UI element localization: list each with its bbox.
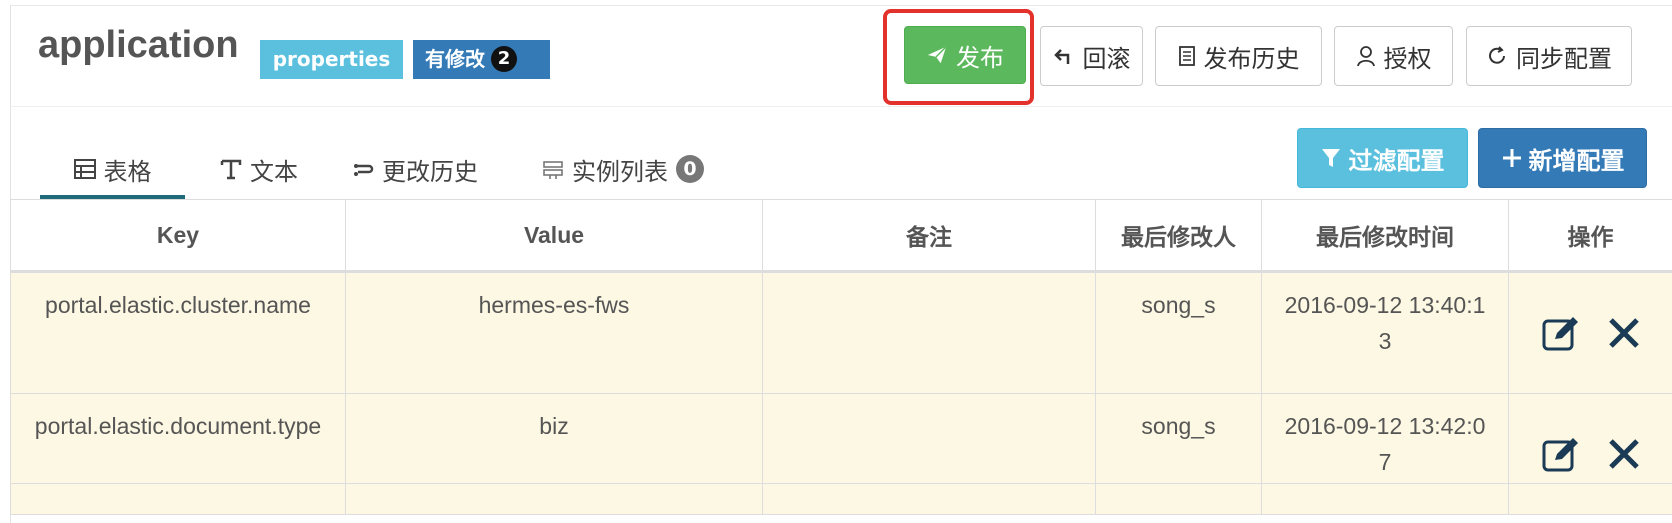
tab-text-label: 文本 (250, 152, 298, 187)
header-modified-time: 最后修改时间 (1262, 200, 1509, 272)
cell-comment (763, 394, 1096, 515)
refresh-icon (1486, 45, 1508, 67)
filter-config-label: 过滤配置 (1349, 141, 1445, 176)
text-icon (220, 158, 242, 180)
authorize-button[interactable]: 授权 (1334, 26, 1453, 86)
publish-annotation-box (883, 9, 1034, 105)
modified-label-text: 有修改 (425, 47, 485, 71)
header-key: Key (11, 200, 346, 272)
header-comment: 备注 (763, 200, 1096, 272)
table-icon (74, 158, 96, 180)
server-icon (542, 158, 564, 180)
cell-modified-time: 2016-09-12 13:40:13 (1262, 272, 1509, 394)
undo-icon (1053, 46, 1075, 66)
rollback-label: 回滚 (1083, 39, 1131, 74)
cell-modified-time: 2016-09-12 13:42:07 (1262, 394, 1509, 515)
tab-table[interactable]: 表格 (40, 140, 185, 198)
instance-count-badge: 0 (676, 155, 704, 183)
cell-key: portal.elastic.document.type (11, 394, 346, 515)
modified-count-badge: 2 (491, 46, 517, 72)
delete-icon[interactable] (1607, 316, 1641, 350)
cell-operations (1509, 394, 1672, 515)
plus-icon (1501, 147, 1523, 169)
table-header-row: Key Value 备注 最后修改人 最后修改时间 操作 (11, 200, 1672, 272)
cell-value: hermes-es-fws (346, 272, 763, 394)
filter-config-button[interactable]: 过滤配置 (1297, 128, 1468, 188)
cell-operations (1509, 272, 1672, 394)
edit-icon[interactable] (1541, 313, 1581, 353)
header-modifier: 最后修改人 (1096, 200, 1262, 272)
history-icon (352, 158, 374, 180)
cell-modifier: song_s (1096, 394, 1262, 515)
add-config-label: 新增配置 (1529, 141, 1625, 176)
format-label: properties (260, 40, 403, 79)
table-bottom-border (10, 483, 1672, 484)
user-icon (1356, 45, 1376, 67)
cell-comment (763, 272, 1096, 394)
rollback-button[interactable]: 回滚 (1040, 26, 1143, 86)
tab-change-history[interactable]: 更改历史 (352, 140, 478, 198)
tab-change-history-label: 更改历史 (382, 152, 478, 187)
document-icon (1178, 45, 1196, 67)
authorize-label: 授权 (1384, 39, 1432, 74)
modified-label: 有修改2 (413, 40, 550, 79)
config-table: Key Value 备注 最后修改人 最后修改时间 操作 portal.elas… (10, 199, 1672, 515)
publish-history-button[interactable]: 发布历史 (1155, 26, 1322, 86)
delete-icon[interactable] (1607, 437, 1641, 471)
tab-text[interactable]: 文本 (220, 140, 298, 198)
publish-history-label: 发布历史 (1204, 39, 1300, 74)
cell-value: biz (346, 394, 763, 515)
sync-config-button[interactable]: 同步配置 (1466, 26, 1632, 86)
cell-key: portal.elastic.cluster.name (11, 272, 346, 394)
tab-instance-list-label: 实例列表 (572, 152, 668, 187)
app-name: application (38, 24, 239, 67)
filter-icon (1321, 147, 1341, 169)
edit-icon[interactable] (1541, 434, 1581, 474)
tab-table-label: 表格 (104, 152, 152, 187)
tab-instance-list[interactable]: 实例列表 0 (542, 140, 704, 198)
header-value: Value (346, 200, 763, 272)
cell-modifier: song_s (1096, 272, 1262, 394)
sync-config-label: 同步配置 (1516, 39, 1612, 74)
header-divider (10, 106, 1672, 107)
table-row: portal.elastic.cluster.name hermes-es-fw… (11, 272, 1672, 394)
table-row: portal.elastic.document.type biz song_s … (11, 394, 1672, 515)
header-operations: 操作 (1509, 200, 1672, 272)
add-config-button[interactable]: 新增配置 (1478, 128, 1647, 188)
